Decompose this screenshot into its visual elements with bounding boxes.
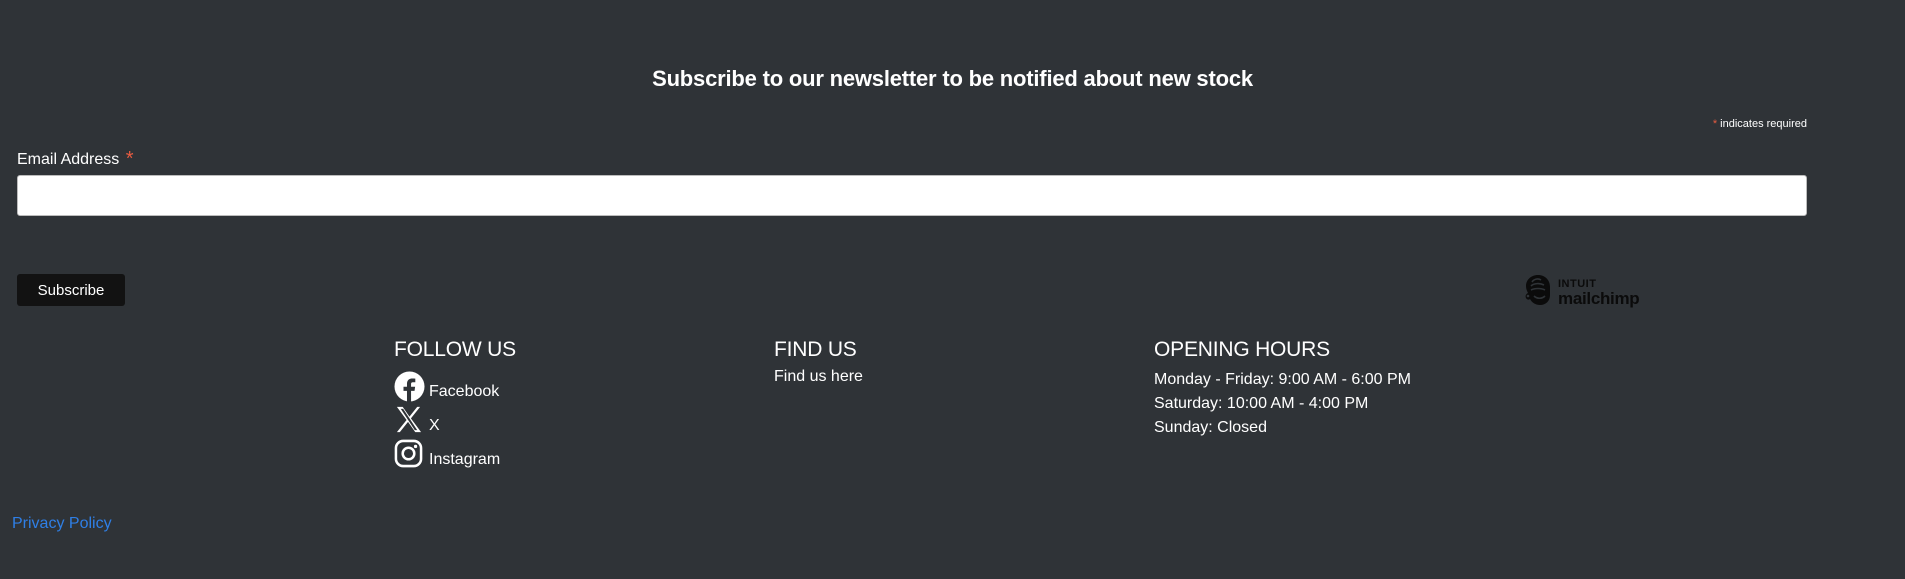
email-label: Email Address * <box>17 147 134 170</box>
follow-us-heading: FOLLOW US <box>394 338 516 361</box>
footer-find-us: FIND US Find us here <box>774 338 1124 386</box>
email-required-asterisk: * <box>125 148 134 170</box>
hours-weekdays: Monday - Friday: 9:00 AM - 6:00 PM <box>1154 371 1411 388</box>
facebook-icon <box>394 371 425 402</box>
facebook-link[interactable]: Facebook <box>394 368 744 402</box>
hours-sunday: Sunday: Closed <box>1154 419 1267 436</box>
opening-hours-heading: OPENING HOURS <box>1154 338 1330 361</box>
subscribe-button[interactable]: Subscribe <box>17 274 125 306</box>
hours-saturday: Saturday: 10:00 AM - 4:00 PM <box>1154 395 1369 412</box>
instagram-link[interactable]: Instagram <box>394 436 744 470</box>
footer-opening-hours: OPENING HOURS Monday - Friday: 9:00 AM -… <box>1154 338 1554 440</box>
newsletter-title: Subscribe to our newsletter to be notifi… <box>652 66 1253 91</box>
find-us-heading: FIND US <box>774 338 857 361</box>
privacy-policy-link[interactable]: Privacy Policy <box>12 515 112 533</box>
mailchimp-name-text: mailchimp <box>1558 288 1640 308</box>
x-link[interactable]: X <box>394 402 744 436</box>
x-label: X <box>429 417 440 434</box>
mailchimp-intuit-text: INTUIT <box>1558 277 1597 290</box>
find-us-link[interactable]: Find us here <box>774 368 1124 386</box>
footer-follow-us: FOLLOW US Facebook X Instagram <box>394 338 744 470</box>
mailchimp-badge[interactable]: INTUIT mailchimp <box>1522 273 1640 312</box>
mailchimp-freddie-icon <box>1522 273 1554 312</box>
instagram-label: Instagram <box>429 451 501 468</box>
x-icon <box>394 405 425 436</box>
required-note-text: indicates required <box>1717 118 1807 130</box>
required-note: * indicates required <box>1713 118 1807 130</box>
instagram-icon <box>394 439 425 470</box>
email-field[interactable] <box>17 175 1807 216</box>
email-label-text: Email Address <box>17 151 120 168</box>
page: Subscribe to our newsletter to be notifi… <box>0 0 1905 579</box>
mailchimp-wordmark: INTUIT mailchimp <box>1558 277 1640 308</box>
facebook-label: Facebook <box>429 383 500 400</box>
